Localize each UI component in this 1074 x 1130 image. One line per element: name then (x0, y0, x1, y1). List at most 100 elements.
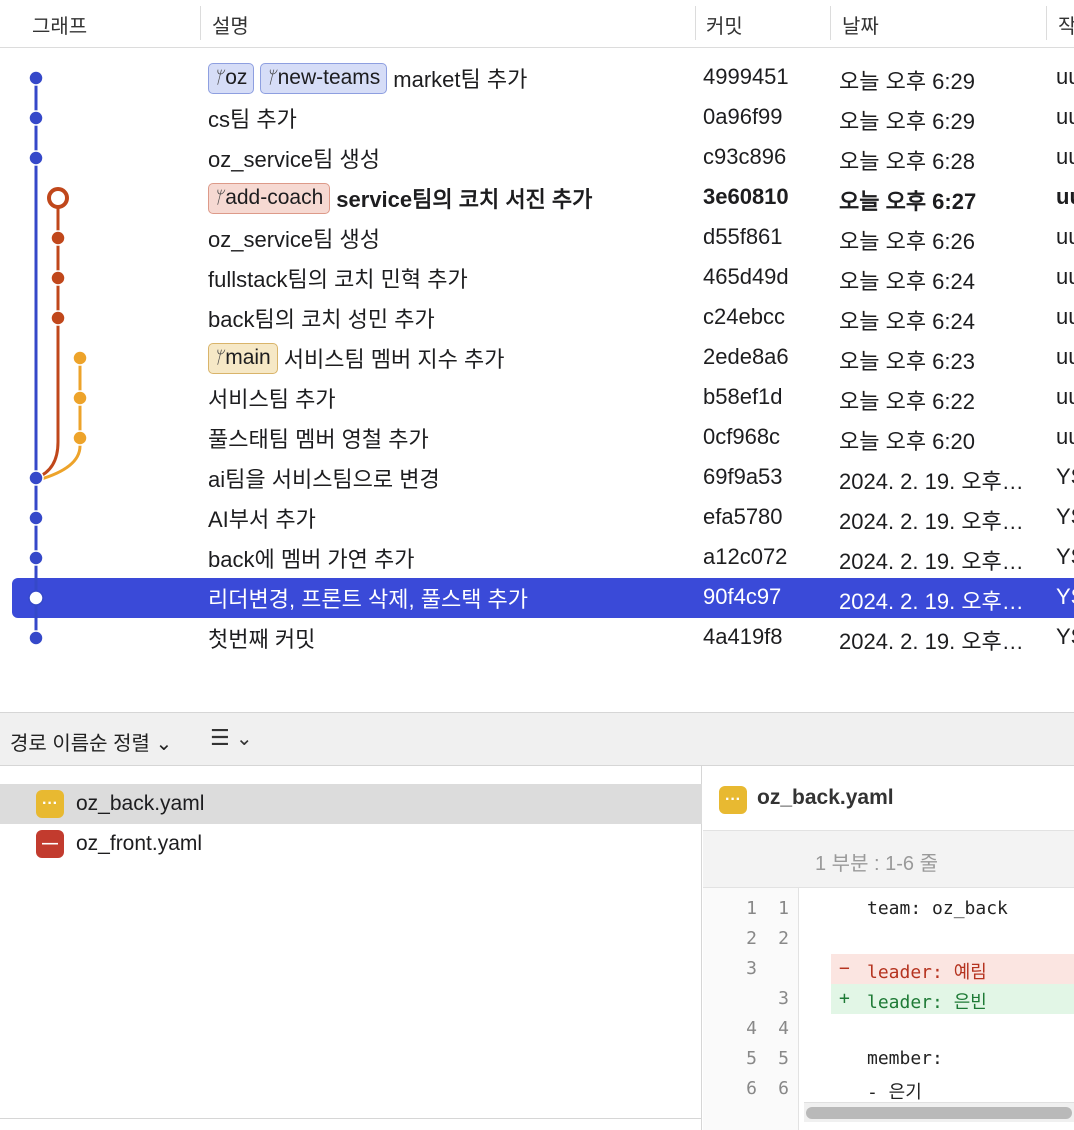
commit-message-cell: 첫번째 커밋 (208, 624, 315, 652)
commit-hash: 3e60810 (703, 184, 789, 209)
hunk-label: 1 부분 : 1-6 줄 (815, 853, 939, 875)
commit-node[interactable] (28, 550, 44, 566)
diff-line: 1 1 team: oz_back (703, 894, 1074, 924)
modified-file-icon: ··· (36, 790, 64, 818)
commit-message-cell: 서비스팀 추가 (208, 384, 336, 412)
diff-file-name: oz_back.yaml (757, 786, 894, 809)
column-separator[interactable] (1046, 6, 1047, 40)
commit-hash: 69f9a53 (703, 464, 783, 489)
commit-message-cell: ai팀을 서비스팀으로 변경 (208, 464, 440, 492)
commit-node-head[interactable] (47, 187, 69, 209)
commit-node[interactable] (28, 110, 44, 126)
new-line-number: 5 (778, 1048, 789, 1069)
branch-badge[interactable]: ᛘ add-coach (208, 182, 331, 214)
hunk-header: 1 부분 : 1-6 줄 (703, 830, 1074, 888)
branch-name: oz (225, 66, 248, 89)
file-name: oz_back.yaml (76, 792, 205, 815)
commit-message: cs팀 추가 (208, 107, 297, 132)
commit-author: YS (1056, 504, 1074, 529)
commit-author: uu (1056, 424, 1074, 449)
commit-message: oz_service팀 생성 (208, 227, 380, 252)
commit-hash: 4999451 (703, 64, 789, 89)
column-separator[interactable] (200, 6, 201, 40)
commit-node[interactable] (28, 150, 44, 166)
branch-icon: ᛘ (213, 348, 224, 367)
commit-node[interactable] (28, 70, 44, 86)
old-line-number: 3 (746, 958, 757, 979)
commit-node[interactable] (72, 350, 88, 366)
commit-date: 오늘 오후 6:29 (839, 69, 976, 94)
commit-node[interactable] (72, 390, 88, 406)
new-line-number: 3 (778, 988, 789, 1009)
branch-badge[interactable]: ᛘ new-teams (260, 62, 388, 94)
column-date[interactable]: 날짜 (842, 10, 879, 39)
column-separator[interactable] (695, 6, 696, 40)
file-row[interactable]: ··· oz_back.yaml (0, 784, 702, 824)
commit-message: 첫번째 커밋 (208, 627, 316, 652)
diff-code: member: (867, 1048, 943, 1069)
commit-message-cell: oz_service팀 생성 (208, 144, 380, 172)
commit-hash: c24ebcc (703, 304, 785, 329)
commit-hash: 0cf968c (703, 424, 781, 449)
commit-date: 오늘 오후 6:28 (839, 149, 976, 174)
commit-node[interactable] (28, 470, 44, 486)
branch-badge[interactable]: ᛘ main (208, 342, 278, 374)
git-client-window: 그래프 설명 커밋 날짜 작 ᛘ oz ᛘ new-teams market팀 추가 4… (0, 0, 1074, 1130)
diff-line: 3 + leader: 은빈 (703, 984, 1074, 1014)
commit-date: 오늘 오후 6:24 (839, 269, 976, 294)
commit-node[interactable] (28, 510, 44, 526)
column-commit[interactable]: 커밋 (706, 10, 743, 39)
diff-line: 66 - 은기 (703, 1074, 1074, 1104)
commit-message-cell: ᛘ oz ᛘ new-teams market팀 추가 (208, 62, 527, 94)
horizontal-scrollbar[interactable] (804, 1102, 1074, 1122)
commit-author: YS (1056, 584, 1074, 609)
commit-date: 2024. 2. 19. 오후… (839, 469, 1024, 494)
commit-message-cell: AI부서 추가 (208, 504, 316, 532)
column-separator[interactable] (830, 6, 831, 40)
column-author[interactable]: 작 (1058, 10, 1074, 39)
commit-node[interactable] (28, 590, 44, 606)
list-icon: ☰ (210, 725, 230, 750)
commit-message-cell: 리더변경, 프론트 삭제, 풀스택 추가 (208, 584, 528, 612)
view-mode-menu[interactable]: ☰ ⌄ (210, 725, 253, 751)
modified-file-icon: ··· (719, 786, 747, 814)
commit-node[interactable] (50, 310, 66, 326)
branch-name: new-teams (277, 66, 381, 89)
sort-menu[interactable]: 경로 이름순 정렬 ⌄ (10, 727, 172, 756)
commit-author: YS (1056, 624, 1074, 649)
old-line-number: 1 (746, 898, 757, 919)
commit-date: 오늘 오후 6:22 (839, 389, 976, 414)
file-name: oz_front.yaml (76, 832, 203, 855)
commit-message: 리더변경, 프론트 삭제, 풀스택 추가 (208, 587, 529, 612)
commit-hash: 465d49d (703, 264, 789, 289)
diff-line: 5 5 member: (703, 1044, 1074, 1074)
commit-node[interactable] (72, 430, 88, 446)
commit-hash: d55f861 (703, 224, 783, 249)
chevron-down-icon: ⌄ (235, 728, 253, 750)
deleted-file-icon: — (36, 830, 64, 858)
commit-author: uu (1056, 224, 1074, 249)
commit-message-cell: ᛘ add-coach service팀의 코치 서진 추가 (208, 182, 592, 214)
commit-date: 오늘 오후 6:26 (839, 229, 976, 254)
branch-badge[interactable]: ᛘ oz (208, 62, 255, 94)
commit-message-cell: 풀스태팀 멤버 영철 추가 (208, 424, 429, 452)
branch-icon: ᛘ (265, 68, 276, 87)
commit-message: fullstack팀의 코치 민혁 추가 (208, 267, 468, 292)
changed-files-list: ··· oz_back.yaml — oz_front.yaml (0, 766, 702, 1130)
commit-message: 서비스팀 멤버 지수 추가 (283, 347, 505, 372)
new-line-number: 6 (778, 1078, 789, 1099)
commit-hash: 2ede8a6 (703, 344, 789, 369)
commit-author: uu (1056, 264, 1074, 289)
commit-node[interactable] (50, 230, 66, 246)
commit-hash: 0a96f99 (703, 104, 783, 129)
commit-date: 오늘 오후 6:20 (839, 429, 976, 454)
column-message[interactable]: 설명 (212, 10, 249, 39)
scrollbar-thumb[interactable] (806, 1107, 1072, 1119)
commit-node[interactable] (28, 630, 44, 646)
chevron-down-icon: ⌄ (155, 733, 173, 755)
commit-node[interactable] (50, 270, 66, 286)
commit-message: 서비스팀 추가 (208, 387, 336, 412)
commit-date: 오늘 오후 6:27 (839, 189, 977, 214)
file-row[interactable]: — oz_front.yaml (0, 824, 702, 864)
commit-message: ai팀을 서비스팀으로 변경 (208, 467, 440, 492)
